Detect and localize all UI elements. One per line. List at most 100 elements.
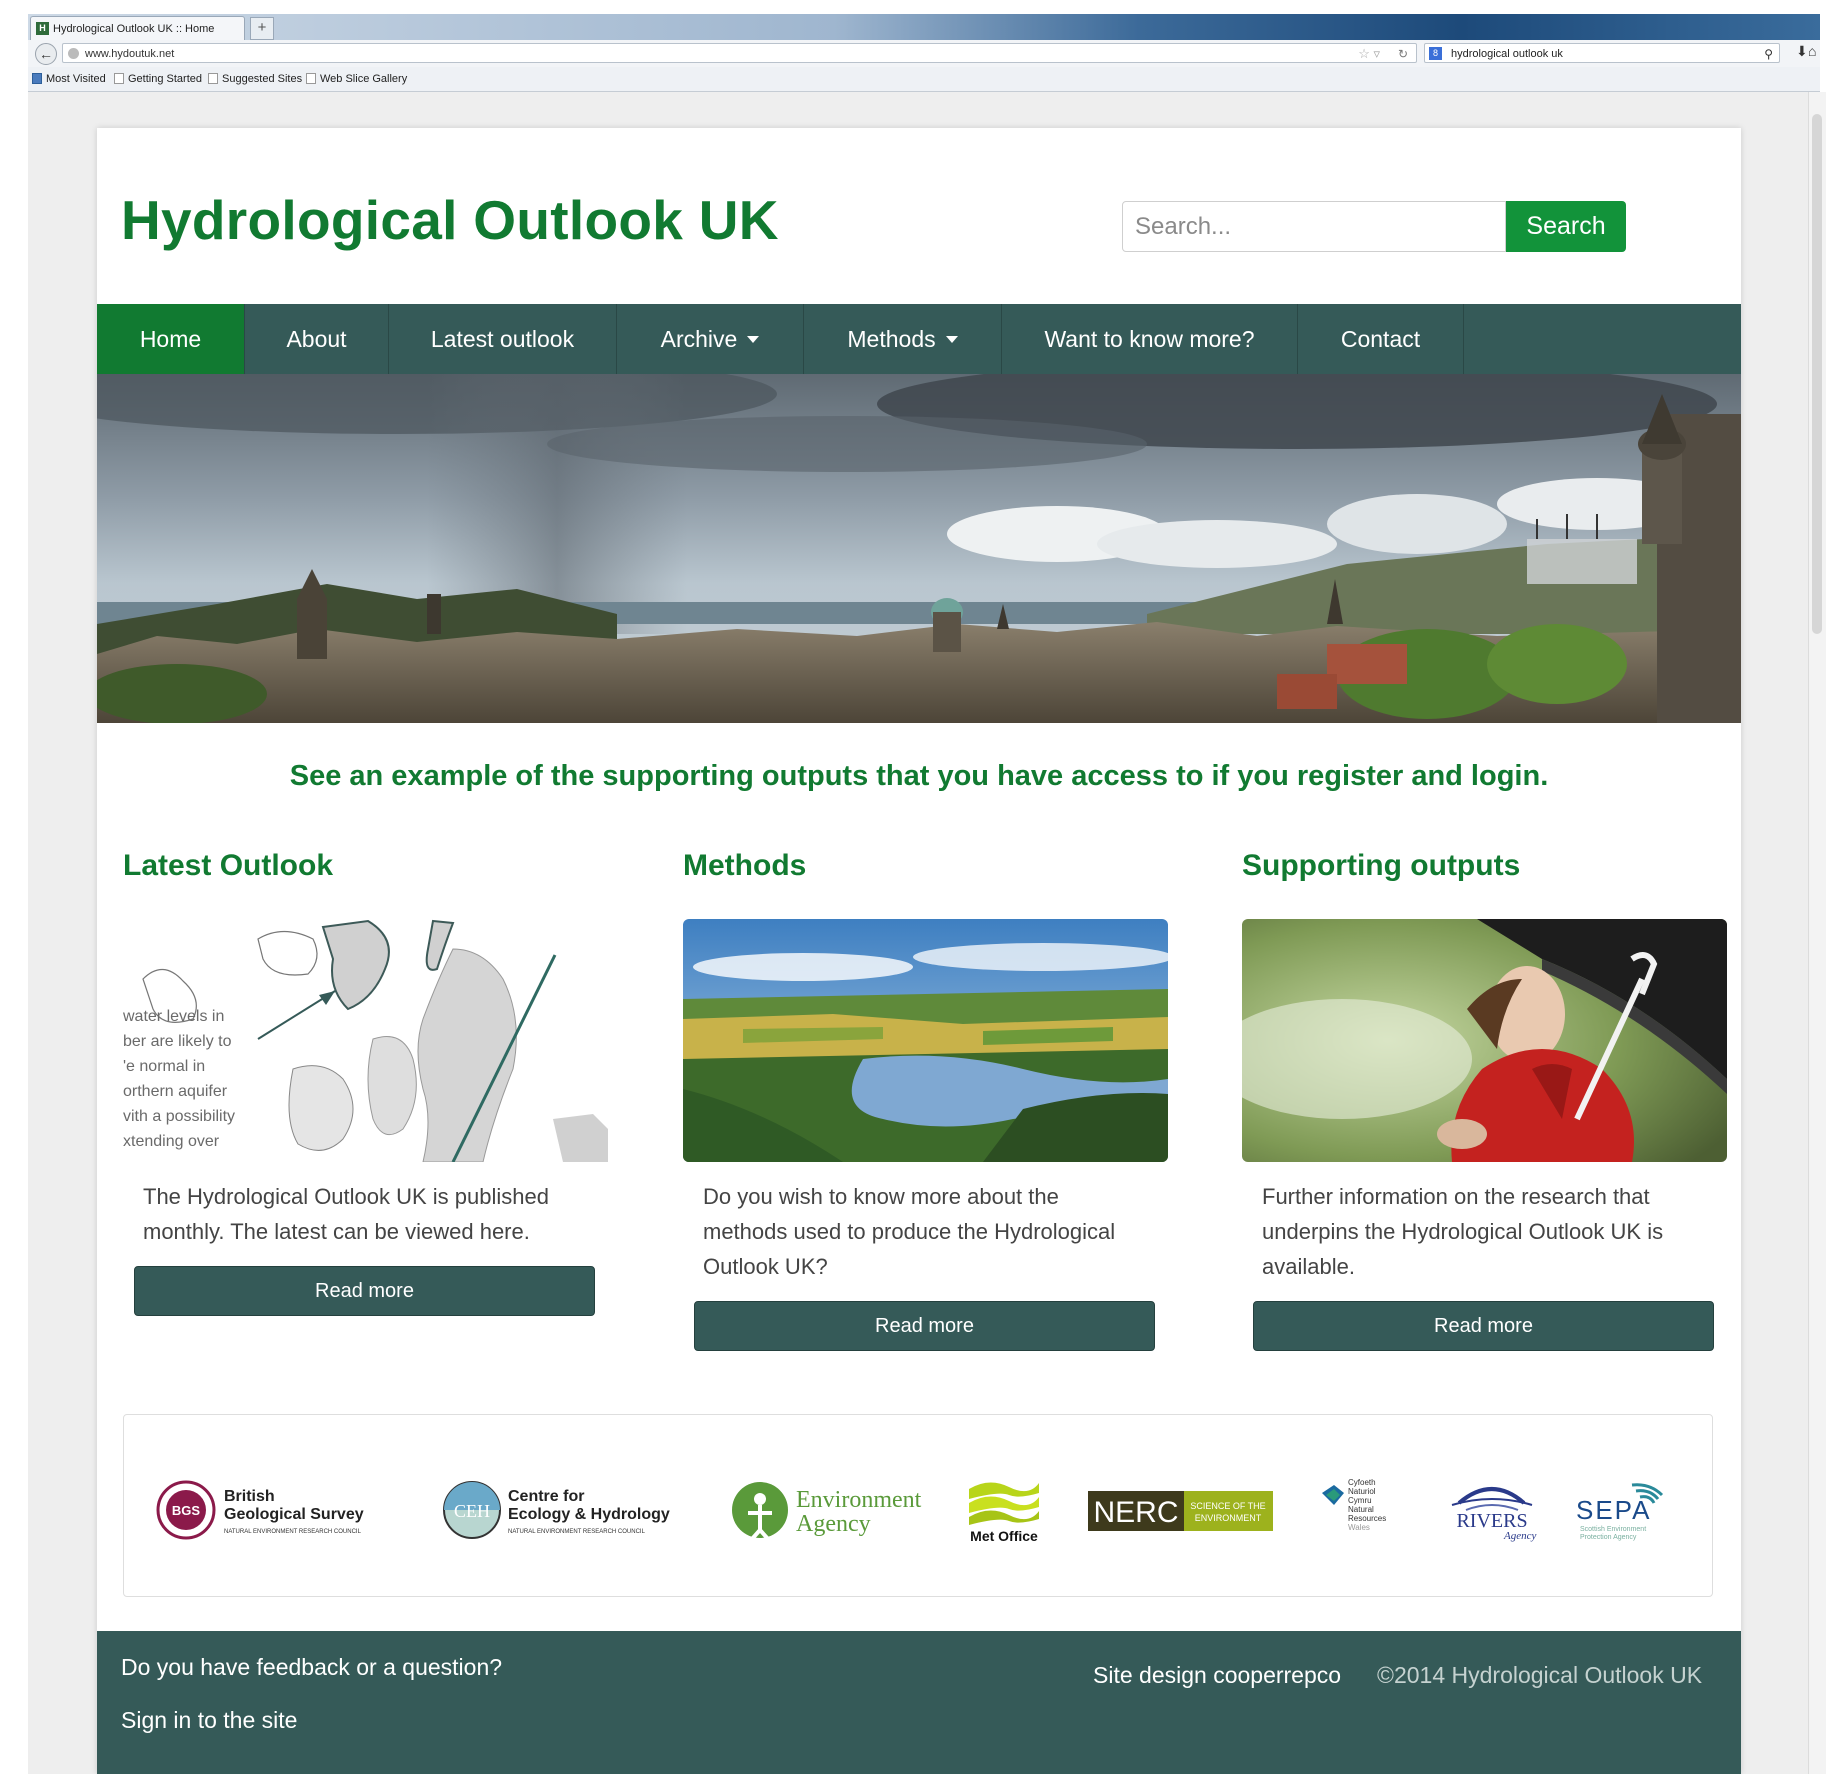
reload-icon[interactable]: ↻ — [1398, 44, 1408, 64]
svg-text:CEH: CEH — [454, 1501, 490, 1521]
methods-text: Do you wish to know more about the metho… — [703, 1184, 1116, 1279]
svg-text:NATURAL ENVIRONMENT RESEARCH C: NATURAL ENVIRONMENT RESEARCH COUNCIL — [224, 1529, 362, 1535]
ceh-logo[interactable]: CEH Centre for Ecology & Hydrology NATUR… — [442, 1475, 692, 1545]
map-text-line: vith a possibility — [123, 1108, 235, 1125]
globe-icon — [68, 48, 79, 59]
map-text-line: ber are likely to — [123, 1033, 232, 1050]
svg-text:Protection Agency: Protection Agency — [1580, 1534, 1637, 1541]
search-button[interactable]: Search — [1506, 201, 1626, 252]
copyright-text: ©2014 Hydrological Outlook UK — [1377, 1662, 1703, 1688]
svg-text:Centre for: Centre for — [508, 1488, 584, 1505]
svg-text:Cyfoeth: Cyfoeth — [1348, 1478, 1376, 1487]
nav-about[interactable]: About — [245, 304, 389, 374]
methods-read-more-button[interactable]: Read more — [694, 1301, 1155, 1351]
environment-agency-logo[interactable]: Environment Agency — [730, 1475, 940, 1545]
nav-want-to-know-more-label: Want to know more? — [1044, 326, 1255, 352]
bgs-logo[interactable]: BGS British Geological Survey NATURAL EN… — [156, 1475, 416, 1545]
browser-tab[interactable]: H Hydrological Outlook UK :: Home — [30, 16, 245, 40]
nerc-logo[interactable]: NERC SCIENCE OF THE ENVIRONMENT — [1088, 1475, 1273, 1545]
latest-outlook-text: The Hydrological Outlook UK is published… — [143, 1184, 549, 1244]
map-text-line: xtending over — [123, 1133, 220, 1150]
sign-in-link[interactable]: Sign in to the site — [121, 1707, 297, 1734]
bookmark-getting-started[interactable]: Getting Started — [114, 67, 202, 91]
svg-text:Naturiol: Naturiol — [1348, 1487, 1376, 1496]
browser-search-box[interactable]: 8 hydrological outlook uk ⚲ — [1424, 43, 1780, 63]
natural-resources-wales-logo[interactable]: Cyfoeth Naturiol Cymru Natural Resources… — [1310, 1475, 1400, 1545]
nav-latest-outlook-label: Latest outlook — [430, 326, 575, 352]
address-url: www.hydoutuk.net — [85, 48, 175, 60]
browser-toolbar: ← www.hydoutuk.net ☆ ▿ ↻ 8 hydrological … — [28, 40, 1820, 68]
svg-text:Agency: Agency — [1503, 1530, 1536, 1542]
scrollbar-thumb[interactable] — [1812, 114, 1822, 634]
address-bar[interactable]: www.hydoutuk.net ☆ ▿ ↻ — [62, 43, 1417, 63]
nav-home[interactable]: Home — [97, 304, 245, 374]
site-design-credit-link[interactable]: Site design cooperrepco — [1093, 1662, 1341, 1689]
svg-text:RIVERS: RIVERS — [1456, 1510, 1527, 1532]
site-favicon-icon: H — [36, 22, 49, 35]
supporting-outputs-heading: Supporting outputs — [1242, 849, 1521, 882]
sepa-logo[interactable]: SEPA Scottish Environment Protection Age… — [1572, 1475, 1682, 1545]
new-tab-button[interactable]: + — [250, 17, 274, 40]
browser-search-query: hydrological outlook uk — [1451, 48, 1563, 60]
feedback-link[interactable]: Do you have feedback or a question? — [121, 1654, 502, 1681]
nav-contact-label: Contact — [1340, 326, 1421, 352]
bookmarks-bar: Most Visited Getting Started Suggested S… — [28, 67, 1820, 92]
partner-logos-panel: BGS British Geological Survey NATURAL EN… — [123, 1414, 1713, 1597]
svg-text:Met Office: Met Office — [970, 1528, 1038, 1544]
back-arrow-icon[interactable]: ← — [35, 43, 57, 65]
nav-methods-label: Methods — [847, 326, 936, 352]
svg-text:BGS: BGS — [172, 1503, 201, 1518]
download-arrow-icon[interactable]: ⬇ — [1796, 43, 1808, 60]
svg-text:Environment: Environment — [796, 1487, 922, 1513]
outlook-map-image[interactable]: water levels in ber are likely to 'e nor… — [123, 919, 608, 1162]
bookmark-web-slice-gallery[interactable]: Web Slice Gallery — [306, 67, 407, 91]
svg-text:Agency: Agency — [796, 1511, 871, 1537]
google-icon: 8 — [1429, 47, 1442, 60]
nav-home-label: Home — [139, 326, 202, 352]
svg-text:NATURAL ENVIRONMENT RESEARCH C: NATURAL ENVIRONMENT RESEARCH COUNCIL — [508, 1529, 646, 1535]
nav-latest-outlook[interactable]: Latest outlook — [389, 304, 617, 374]
site-title[interactable]: Hydrological Outlook UK — [121, 188, 779, 252]
methods-heading: Methods — [683, 849, 807, 882]
supporting-outputs-umbrella-image[interactable] — [1242, 919, 1727, 1162]
latest-outlook-read-more-button[interactable]: Read more — [134, 1266, 595, 1316]
svg-text:Scottish Environment: Scottish Environment — [1580, 1526, 1646, 1533]
nav-archive-label: Archive — [660, 326, 738, 352]
svg-text:Cymru: Cymru — [1348, 1496, 1372, 1505]
nav-about-label: About — [286, 326, 347, 352]
svg-text:Geological Survey: Geological Survey — [224, 1506, 364, 1523]
bookmark-suggested-sites[interactable]: Suggested Sites — [208, 67, 302, 91]
nav-contact[interactable]: Contact — [1298, 304, 1464, 374]
hero-image — [97, 374, 1741, 723]
browser-window: H Hydrological Outlook UK :: Home + ← ww… — [28, 0, 1820, 92]
svg-text:SCIENCE OF THE: SCIENCE OF THE — [1190, 1501, 1265, 1511]
magnifier-icon[interactable]: ⚲ — [1764, 44, 1773, 64]
supporting-outputs-read-more-button[interactable]: Read more — [1253, 1301, 1714, 1351]
search-input[interactable] — [1122, 201, 1506, 252]
main-nav: Home About Latest outlook Archive Method… — [97, 304, 1741, 374]
tab-title: Hydrological Outlook UK :: Home — [53, 23, 215, 35]
bookmark-star-icon[interactable]: ☆ ▿ — [1358, 44, 1380, 64]
svg-text:Wales: Wales — [1348, 1523, 1370, 1532]
home-icon[interactable]: ⌂ — [1808, 43, 1816, 59]
vertical-scrollbar[interactable] — [1808, 92, 1826, 1774]
svg-text:Ecology & Hydrology: Ecology & Hydrology — [508, 1506, 670, 1523]
nav-methods[interactable]: Methods — [804, 304, 1002, 374]
nav-archive[interactable]: Archive — [617, 304, 804, 374]
map-text-line: water levels in — [123, 1008, 224, 1025]
met-office-logo[interactable]: Met Office — [964, 1475, 1044, 1545]
svg-text:SEPA: SEPA — [1576, 1495, 1651, 1525]
site-container: Hydrological Outlook UK Search Home Abou… — [97, 128, 1741, 1774]
bookmark-most-visited[interactable]: Most Visited — [32, 67, 106, 91]
methods-landscape-image[interactable] — [683, 919, 1168, 1162]
supporting-outputs-text: Further information on the research that… — [1262, 1184, 1664, 1279]
svg-text:Natural: Natural — [1348, 1505, 1374, 1514]
rivers-agency-logo[interactable]: RIVERS Agency — [1444, 1475, 1539, 1545]
svg-text:Resources: Resources — [1348, 1514, 1386, 1523]
tab-bar: H Hydrological Outlook UK :: Home + — [28, 14, 1820, 40]
register-tagline[interactable]: See an example of the supporting outputs… — [97, 760, 1741, 793]
caret-down-icon — [945, 335, 958, 343]
nav-want-to-know-more[interactable]: Want to know more? — [1002, 304, 1298, 374]
svg-text:British: British — [224, 1488, 275, 1505]
svg-text:ENVIRONMENT: ENVIRONMENT — [1195, 1513, 1262, 1523]
